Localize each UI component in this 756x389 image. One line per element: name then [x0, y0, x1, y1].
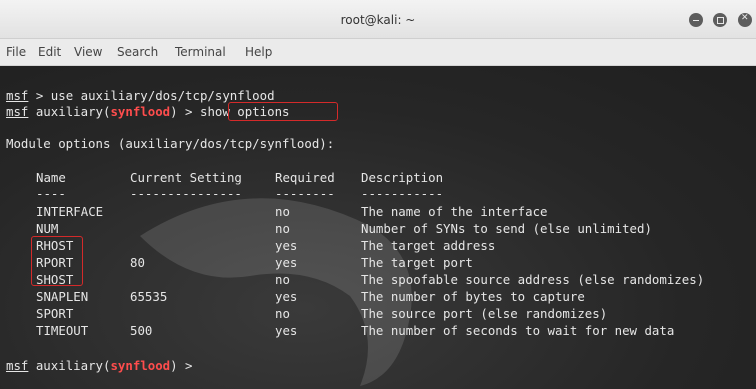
- option-required: no: [275, 204, 290, 219]
- window-title: root@kali: ~: [340, 13, 416, 27]
- header-required: Required: [275, 170, 335, 185]
- underline-name: ----: [36, 186, 66, 201]
- option-description: The target port: [361, 255, 473, 270]
- close-icon[interactable]: [738, 13, 752, 27]
- option-description: Number of SYNs to send (else unlimited): [361, 221, 652, 236]
- option-setting: 80: [130, 255, 145, 270]
- option-required: yes: [275, 238, 298, 253]
- option-setting: 65535: [130, 289, 168, 304]
- prompt-suffix: ) >: [170, 104, 200, 119]
- msf-prompt: msf: [6, 358, 29, 373]
- command-line-last: msf auxiliary(synflood) >: [6, 358, 193, 374]
- module-options-header: Module options (auxiliary/dos/tcp/synflo…: [6, 136, 335, 151]
- underline-required: --------: [275, 186, 335, 201]
- option-description: The source port (else randomizes): [361, 306, 608, 321]
- highlight-box-required-hosts: [31, 236, 83, 286]
- option-description: The name of the interface: [361, 204, 548, 219]
- option-required: no: [275, 306, 290, 321]
- option-name: INTERFACE: [36, 204, 104, 219]
- msf-prompt: msf: [6, 104, 29, 119]
- header-current-setting: Current Setting: [130, 170, 242, 185]
- prompt-suffix: ) >: [170, 358, 193, 373]
- option-description: The target address: [361, 238, 496, 253]
- underline-description: -----------: [361, 186, 444, 201]
- option-required: no: [275, 272, 290, 287]
- msf-prompt: msf: [6, 88, 29, 103]
- option-required: yes: [275, 255, 298, 270]
- menu-bar: File Edit View Search Terminal Help: [0, 39, 756, 66]
- module-name: synflood: [110, 358, 171, 373]
- option-name: NUM: [36, 221, 59, 236]
- menu-help[interactable]: Help: [245, 45, 272, 59]
- option-name: SPORT: [36, 306, 74, 321]
- terminal-window: root@kali: ~ File Edit View Search Termi…: [0, 0, 756, 389]
- option-description: The number of bytes to capture: [361, 289, 585, 304]
- title-bar: root@kali: ~: [0, 0, 756, 39]
- option-required: yes: [275, 289, 298, 304]
- module-name: synflood: [110, 104, 171, 119]
- minimize-icon[interactable]: [689, 13, 703, 27]
- option-name: SNAPLEN: [36, 289, 89, 304]
- option-name: TIMEOUT: [36, 323, 89, 338]
- menu-edit[interactable]: Edit: [38, 45, 61, 59]
- option-setting: 500: [130, 323, 153, 338]
- prompt-prefix: auxiliary(: [28, 358, 111, 373]
- menu-search[interactable]: Search: [117, 45, 158, 59]
- option-description: The spoofable source address (else rando…: [361, 272, 705, 287]
- terminal-area[interactable]: msf > use auxiliary/dos/tcp/synflood msf…: [0, 66, 756, 389]
- option-required: no: [275, 221, 290, 236]
- header-description: Description: [361, 170, 444, 185]
- menu-terminal[interactable]: Terminal: [175, 45, 226, 59]
- maximize-icon[interactable]: [713, 13, 727, 27]
- option-description: The number of seconds to wait for new da…: [361, 323, 675, 338]
- menu-file[interactable]: File: [6, 45, 26, 59]
- prompt-prefix: auxiliary(: [28, 104, 111, 119]
- header-name: Name: [36, 170, 66, 185]
- underline-current-setting: ---------------: [130, 186, 242, 201]
- highlight-box-show-options: [228, 102, 338, 121]
- option-required: yes: [275, 323, 298, 338]
- menu-view[interactable]: View: [74, 45, 102, 59]
- command-text: > use auxiliary/dos/tcp/synflood: [28, 88, 275, 103]
